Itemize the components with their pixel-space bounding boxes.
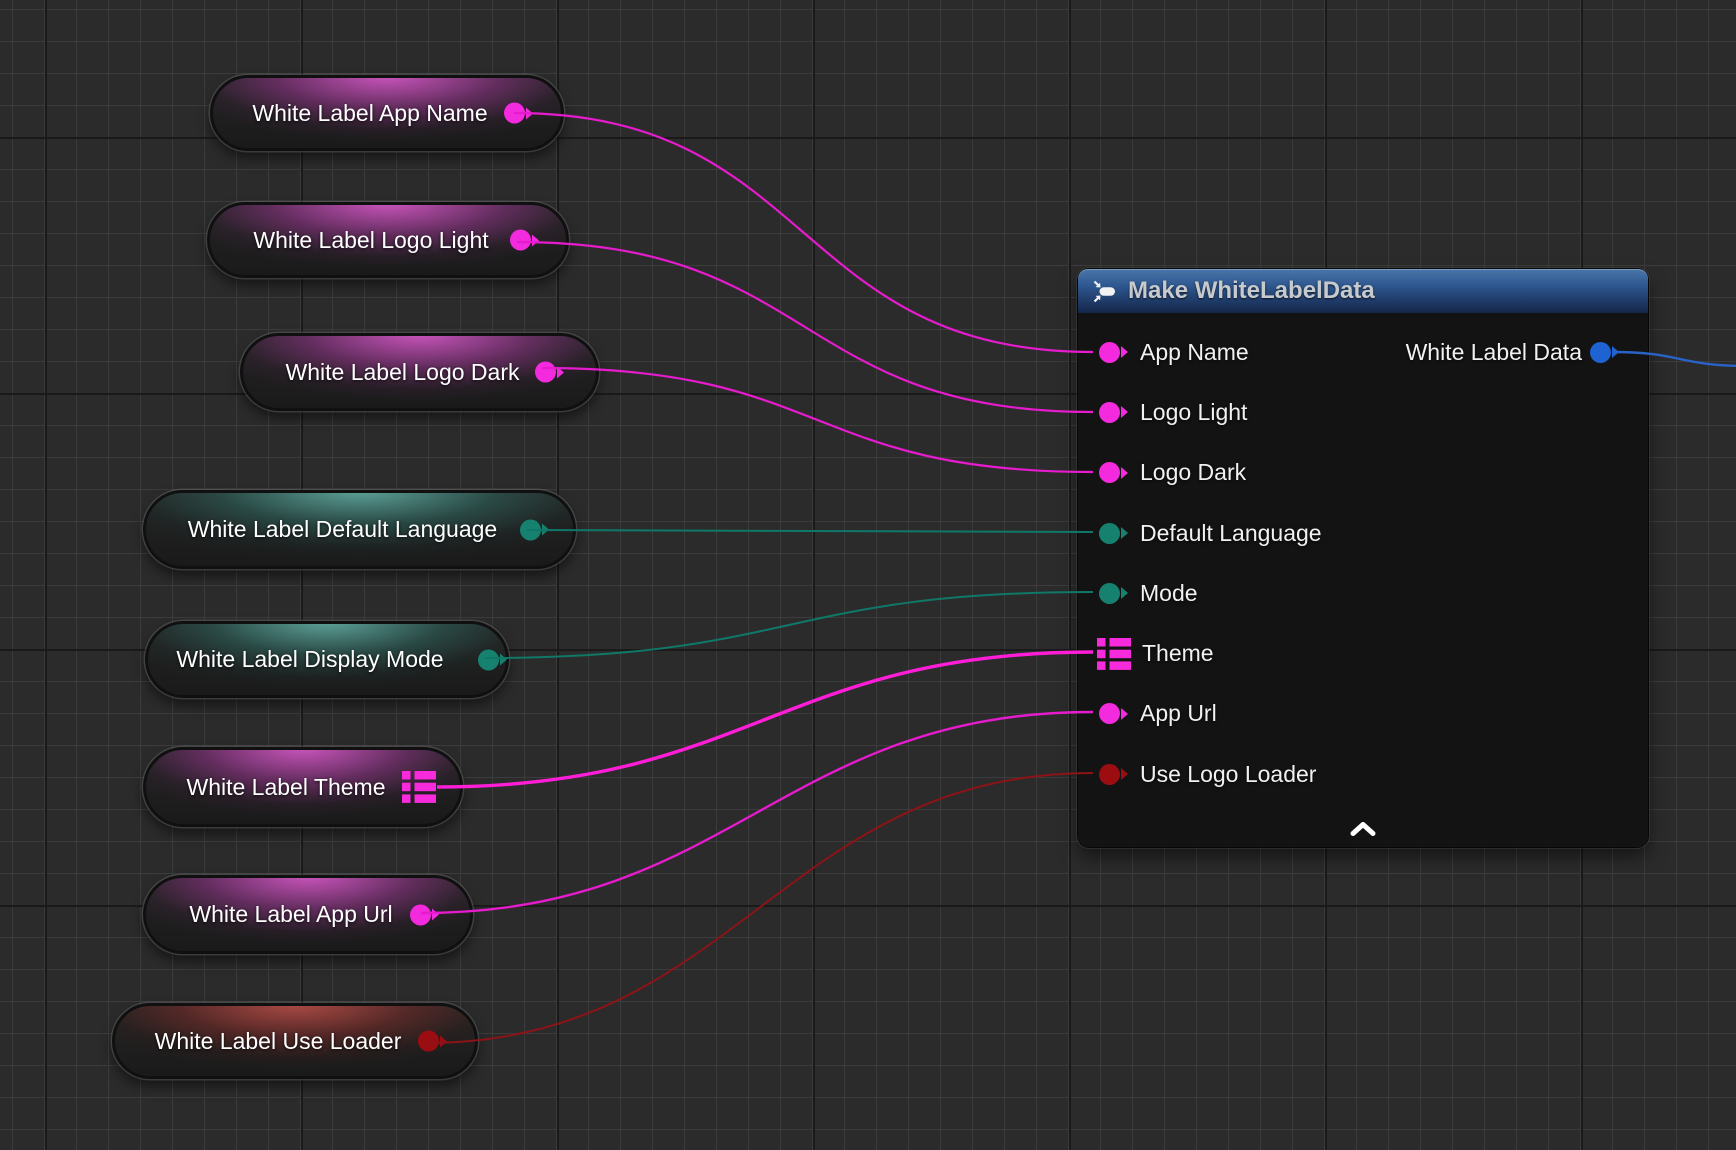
output-pin-white-label-logo-light[interactable] bbox=[510, 230, 539, 251]
wire-display-mode[interactable] bbox=[485, 592, 1093, 658]
wire-default-language[interactable] bbox=[527, 530, 1093, 532]
input-pin-logo-dark[interactable] bbox=[1099, 462, 1128, 483]
pin-row-mode: Mode bbox=[1078, 563, 1648, 623]
pin-row-use-logo-loader: Use Logo Loader bbox=[1078, 744, 1648, 804]
output-pin-white-label-use-loader[interactable] bbox=[418, 1031, 447, 1052]
make-node-input-pins: App Name Logo Light Logo Dark Default La… bbox=[1078, 322, 1648, 804]
pin-row-white-label-data: White Label Data bbox=[1406, 322, 1648, 382]
variable-node-white-label-logo-dark[interactable]: White Label Logo Dark bbox=[240, 333, 599, 411]
pin-label: White Label Data bbox=[1406, 339, 1582, 366]
struct-rows-icon bbox=[402, 771, 436, 803]
variable-node-white-label-theme[interactable]: White Label Theme bbox=[143, 747, 463, 827]
pin-label: Use Logo Loader bbox=[1140, 761, 1316, 788]
pin-label: Logo Dark bbox=[1140, 459, 1246, 486]
wire-app-url[interactable] bbox=[421, 712, 1093, 913]
pin-row-logo-light: Logo Light bbox=[1078, 382, 1648, 442]
pin-row-logo-dark: Logo Dark bbox=[1078, 443, 1648, 503]
pin-label: Logo Light bbox=[1140, 399, 1247, 426]
pin-label: App Url bbox=[1140, 700, 1217, 727]
collapse-node-button[interactable] bbox=[1346, 819, 1380, 839]
make-node-title: Make WhiteLabelData bbox=[1128, 277, 1375, 305]
input-pin-app-name[interactable] bbox=[1099, 342, 1128, 363]
chevron-up-icon bbox=[1350, 822, 1376, 836]
input-pin-logo-light[interactable] bbox=[1099, 402, 1128, 423]
pin-label: App Name bbox=[1140, 339, 1249, 366]
output-pin-white-label-theme-struct-icon[interactable] bbox=[402, 771, 436, 803]
input-pin-default-language[interactable] bbox=[1099, 523, 1128, 544]
pin-row-default-language: Default Language bbox=[1078, 503, 1648, 563]
output-pin-white-label-display-mode[interactable] bbox=[478, 649, 507, 670]
make-node-header[interactable]: Make WhiteLabelData bbox=[1078, 269, 1648, 313]
wire-app-name[interactable] bbox=[514, 113, 1093, 352]
output-pin-white-label-app-url[interactable] bbox=[410, 904, 439, 925]
variable-node-white-label-display-mode[interactable]: White Label Display Mode bbox=[145, 621, 509, 698]
make-whitelabeldata-node[interactable]: Make WhiteLabelData App Name Logo Light … bbox=[1078, 269, 1648, 847]
variable-node-white-label-logo-light[interactable]: White Label Logo Light bbox=[207, 202, 569, 278]
wire-use-logo-loader[interactable] bbox=[425, 773, 1093, 1043]
variable-node-white-label-default-language[interactable]: White Label Default Language bbox=[143, 490, 576, 569]
graph-canvas[interactable]: White Label App Name White Label Logo Li… bbox=[0, 0, 1736, 1150]
variable-node-white-label-use-loader[interactable]: White Label Use Loader bbox=[112, 1003, 478, 1079]
variable-node-label: White Label Display Mode bbox=[148, 624, 506, 695]
input-pin-theme-struct-icon[interactable] bbox=[1097, 638, 1131, 670]
wire-logo-dark[interactable] bbox=[542, 368, 1093, 472]
pin-label: Theme bbox=[1142, 640, 1214, 667]
input-pin-app-url[interactable] bbox=[1099, 703, 1128, 724]
variable-node-white-label-app-url[interactable]: White Label App Url bbox=[143, 875, 473, 954]
make-struct-icon bbox=[1091, 278, 1118, 305]
wire-logo-light[interactable] bbox=[517, 242, 1093, 412]
pin-label: Mode bbox=[1140, 580, 1198, 607]
output-pin-white-label-logo-dark[interactable] bbox=[535, 362, 564, 383]
pin-row-theme: Theme bbox=[1078, 623, 1648, 683]
variable-node-label: White Label Default Language bbox=[146, 493, 573, 566]
pin-label: Default Language bbox=[1140, 520, 1322, 547]
input-pin-use-logo-loader[interactable] bbox=[1099, 764, 1128, 785]
input-pin-mode[interactable] bbox=[1099, 583, 1128, 604]
pin-row-app-url: App Url bbox=[1078, 684, 1648, 744]
variable-node-white-label-app-name[interactable]: White Label App Name bbox=[210, 75, 564, 151]
